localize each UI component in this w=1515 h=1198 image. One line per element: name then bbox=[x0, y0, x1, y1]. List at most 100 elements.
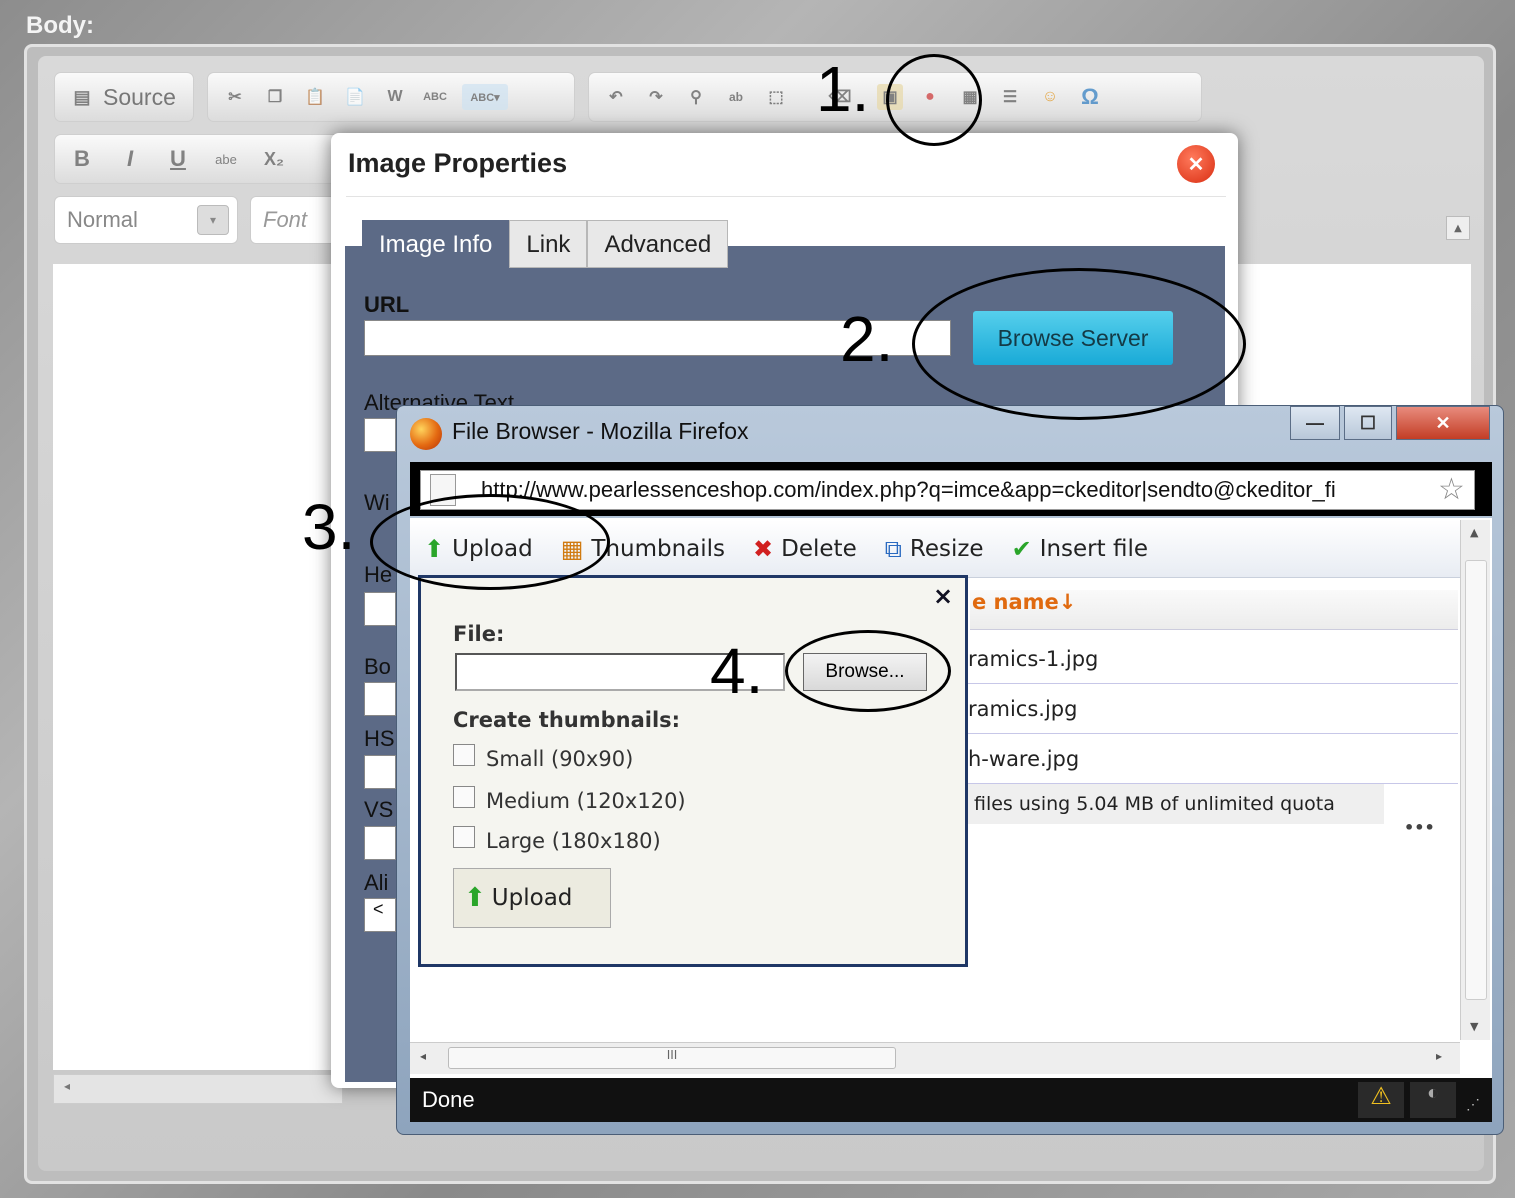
cut-icon[interactable]: ✂ bbox=[222, 84, 248, 110]
redo-icon[interactable]: ↷ bbox=[643, 84, 669, 110]
upload-icon: ⬆ bbox=[464, 883, 486, 913]
firefox-window-title: File Browser - Mozilla Firefox bbox=[452, 418, 749, 444]
collapse-toolbar-icon[interactable]: ▲ bbox=[1446, 216, 1470, 240]
upload-close-icon[interactable]: × bbox=[933, 582, 953, 610]
quota-status: files using 5.04 MB of unlimited quota bbox=[968, 784, 1384, 824]
bookmark-star-icon[interactable]: ☆ bbox=[1438, 472, 1465, 507]
vspace-label: VS bbox=[364, 797, 394, 822]
paste-icon[interactable]: 📋 bbox=[302, 84, 328, 110]
medium-thumbnail-checkbox[interactable] bbox=[453, 786, 475, 808]
vertical-scrollbar[interactable]: ▲ ▼ bbox=[1460, 520, 1490, 1040]
tab-link[interactable]: Link bbox=[509, 220, 588, 268]
source-label: Source bbox=[103, 83, 176, 110]
undo-icon[interactable]: ↶ bbox=[603, 84, 629, 110]
warning-icon[interactable]: ⚠ bbox=[1358, 1082, 1404, 1118]
scroll-left-icon[interactable]: ◂ bbox=[64, 1079, 70, 1093]
dialog-tabs: Image Info Link Advanced bbox=[362, 220, 729, 268]
scroll-up-icon[interactable]: ▲ bbox=[1470, 526, 1478, 539]
window-close-icon[interactable]: ✕ bbox=[1396, 406, 1490, 440]
file-name-column-header[interactable]: e name↓ bbox=[970, 590, 1458, 630]
horizontal-scrollbar[interactable]: ◂ III ▸ bbox=[410, 1042, 1460, 1074]
insert-file-icon: ✔ bbox=[1011, 534, 1032, 563]
delete-button-label: Delete bbox=[781, 535, 857, 562]
resize-button[interactable]: ⧉ Resize bbox=[885, 535, 984, 563]
vertical-scroll-thumb[interactable] bbox=[1465, 560, 1487, 1000]
align-select[interactable]: < bbox=[364, 898, 396, 932]
special-char-icon[interactable]: Ω bbox=[1077, 84, 1103, 110]
firefox-logo-icon bbox=[410, 418, 442, 450]
insert-file-button-label: Insert file bbox=[1039, 535, 1148, 562]
small-thumbnail-label: Small (90x90) bbox=[486, 747, 634, 771]
horizontal-rule-icon[interactable]: ☰ bbox=[997, 84, 1023, 110]
border-label: Bo bbox=[364, 654, 391, 679]
close-icon[interactable]: ✕ bbox=[1177, 145, 1215, 183]
minimize-icon[interactable]: — bbox=[1290, 406, 1340, 440]
chevron-down-icon: ▾ bbox=[197, 205, 229, 235]
font-select[interactable]: Font bbox=[250, 196, 340, 244]
scayt-icon[interactable]: ABC▾ bbox=[462, 84, 508, 110]
insert-file-button[interactable]: ✔ Insert file bbox=[1012, 535, 1148, 563]
replace-icon[interactable]: ab bbox=[723, 84, 749, 110]
more-icon[interactable]: ••• bbox=[1404, 818, 1435, 837]
small-thumbnail-checkbox[interactable] bbox=[453, 744, 475, 766]
body-label: Body: bbox=[26, 12, 94, 39]
resize-button-label: Resize bbox=[909, 535, 984, 562]
select-all-icon[interactable]: ⬚ bbox=[763, 84, 789, 110]
resize-grip-icon[interactable]: ⋰ bbox=[1466, 1096, 1480, 1113]
alt-text-input[interactable] bbox=[364, 418, 396, 452]
dialog-title: Image Properties bbox=[348, 148, 568, 178]
hspace-label: HS bbox=[364, 726, 395, 751]
large-thumbnail-checkbox[interactable] bbox=[453, 826, 475, 848]
strike-button[interactable]: abe bbox=[213, 146, 239, 172]
spellcheck-icon[interactable]: ABC bbox=[422, 84, 448, 110]
file-row[interactable]: ramics.jpg bbox=[968, 684, 1458, 734]
height-input[interactable] bbox=[364, 592, 396, 626]
scroll-right-icon[interactable]: ▸ bbox=[1436, 1049, 1442, 1063]
clipboard-toolbar-group: ✂ ❐ 📋 📄 W ABC ABC▾ bbox=[207, 72, 575, 122]
file-row[interactable]: h-ware.jpg bbox=[968, 734, 1458, 784]
bold-button[interactable]: B bbox=[69, 146, 95, 172]
step-2-label: 2. bbox=[840, 303, 894, 375]
tab-advanced[interactable]: Advanced bbox=[587, 220, 729, 268]
find-icon[interactable]: ⚲ bbox=[683, 84, 709, 110]
basic-styles-group: B I U abe X₂ bbox=[54, 134, 344, 184]
vspace-input[interactable] bbox=[364, 826, 396, 860]
underline-button[interactable]: U bbox=[165, 146, 191, 172]
medium-thumbnail-label: Medium (120x120) bbox=[486, 789, 686, 813]
editor-horizontal-scrollbar[interactable]: ◂ bbox=[53, 1074, 343, 1104]
file-label: File: bbox=[453, 622, 505, 646]
large-thumbnail-label: Large (180x180) bbox=[486, 829, 661, 853]
delete-icon: ✖ bbox=[753, 534, 774, 563]
file-row[interactable]: ramics-1.jpg bbox=[968, 634, 1458, 684]
paste-text-icon[interactable]: 📄 bbox=[342, 84, 368, 110]
scroll-down-icon[interactable]: ▼ bbox=[1470, 1020, 1478, 1033]
step-1-label: 1. bbox=[816, 53, 870, 125]
upload-submit-button[interactable]: ⬆ Upload bbox=[453, 868, 611, 928]
step-4-highlight bbox=[785, 630, 951, 712]
width-label: Wi bbox=[364, 490, 390, 515]
step-4-label: 4. bbox=[710, 635, 764, 707]
upload-submit-label: Upload bbox=[491, 885, 573, 911]
tab-image-info[interactable]: Image Info bbox=[362, 220, 510, 268]
format-select[interactable]: Normal ▾ bbox=[54, 196, 238, 244]
hspace-input[interactable] bbox=[364, 755, 396, 789]
column-header-label: e name↓ bbox=[972, 590, 1077, 614]
address-bar[interactable]: http://www.pearlessenceshop.com/index.ph… bbox=[420, 470, 1475, 510]
scroll-left-icon[interactable]: ◂ bbox=[420, 1049, 426, 1063]
addon-icon[interactable]: ◐ bbox=[1410, 1082, 1456, 1118]
smiley-icon[interactable]: ☺ bbox=[1037, 84, 1063, 110]
horizontal-scroll-thumb[interactable]: III bbox=[448, 1047, 896, 1069]
alt-text-label: Alternative Text bbox=[364, 390, 514, 416]
subscript-button[interactable]: X₂ bbox=[261, 146, 287, 172]
maximize-icon[interactable]: ☐ bbox=[1344, 406, 1392, 440]
italic-button[interactable]: I bbox=[117, 146, 143, 172]
paste-word-icon[interactable]: W bbox=[382, 84, 408, 110]
step-2-highlight bbox=[912, 268, 1246, 420]
delete-button[interactable]: ✖ Delete bbox=[753, 535, 857, 563]
step-3-label: 3. bbox=[302, 491, 356, 563]
url-label: URL bbox=[364, 292, 410, 317]
copy-icon[interactable]: ❐ bbox=[262, 84, 288, 110]
source-button[interactable]: ▤ Source bbox=[54, 72, 194, 122]
status-text: Done bbox=[422, 1087, 475, 1112]
border-input[interactable] bbox=[364, 682, 396, 716]
